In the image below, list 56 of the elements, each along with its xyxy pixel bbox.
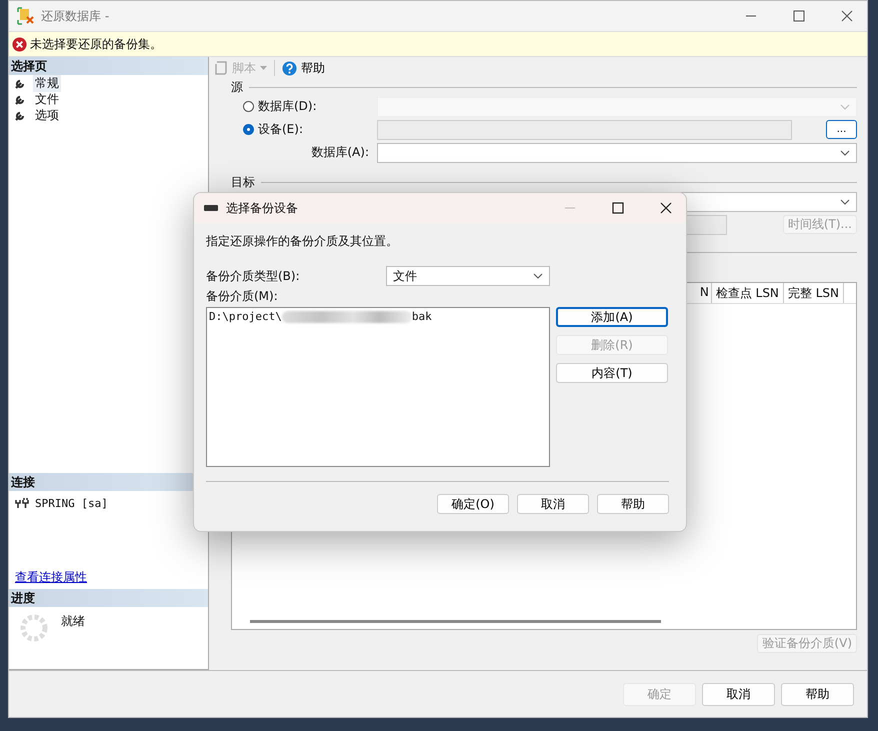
scrollbar[interactable]: [250, 620, 661, 623]
wrench-icon: [15, 109, 27, 121]
dialog-description: 指定还原操作的备份介质及其位置。: [206, 233, 399, 249]
page-item[interactable]: 选项: [33, 106, 61, 124]
chevron-down-icon: [840, 104, 850, 110]
field-label: 数据库(A):: [310, 144, 370, 161]
window-title: 还原数据库 -: [41, 8, 110, 24]
dialog-button[interactable]: 取消: [517, 494, 589, 514]
field-label: 备份介质(M):: [206, 288, 279, 305]
wrench-icon: [15, 93, 27, 105]
group-heading: 源: [231, 78, 243, 96]
progress-status: 就绪: [61, 613, 85, 630]
error-icon: [12, 36, 27, 52]
maximize-icon[interactable]: [793, 10, 805, 22]
tape-drive-icon: [204, 205, 218, 211]
database-restore-icon: [17, 7, 35, 25]
section-header: 进度: [9, 589, 208, 607]
radio-button[interactable]: 数据库(D):: [231, 98, 373, 115]
script-icon: [214, 61, 228, 75]
page-item[interactable]: 文件: [33, 90, 61, 108]
connection-properties-link[interactable]: 查看连接属性: [9, 569, 87, 586]
column-header: 检查点 LSN: [712, 283, 784, 303]
dialog-button[interactable]: 取消: [702, 682, 775, 706]
device-field[interactable]: [377, 120, 792, 140]
dialog-button[interactable]: 确定(O): [437, 494, 509, 514]
spinner-icon: [19, 613, 49, 643]
radio-button[interactable]: 设备(E):: [231, 121, 373, 138]
media-action-button[interactable]: 内容(T): [556, 363, 668, 383]
dialog-button[interactable]: 帮助: [781, 682, 854, 706]
close-icon[interactable]: [660, 202, 672, 214]
page-item[interactable]: 常规: [33, 74, 61, 92]
group-heading: 目标: [231, 174, 255, 190]
maximize-icon[interactable]: [612, 202, 624, 214]
column-header: N: [698, 283, 712, 303]
warning-text: 未选择要还原的备份集。: [30, 36, 162, 52]
connection-name: SPRING [sa]: [35, 496, 108, 510]
field-label: 备份介质类型(B):: [206, 268, 301, 284]
plug-icon: [15, 497, 29, 509]
toolbar-button[interactable]: 帮助: [279, 60, 328, 76]
wrench-icon: [15, 77, 27, 89]
file-path: D:\project\: [209, 310, 282, 323]
help-icon: [282, 60, 297, 76]
media-type-dropdown[interactable]: 文件: [386, 266, 550, 286]
chevron-down-icon: [840, 198, 850, 204]
dialog-button[interactable]: 帮助: [597, 494, 669, 514]
backup-media-list[interactable]: D:\project\ bak: [206, 307, 550, 467]
browse-button[interactable]: ...: [826, 120, 857, 139]
dialog-title: 选择备份设备: [226, 200, 298, 216]
dropdown-arrow-icon: [260, 66, 267, 70]
chevron-down-icon: [533, 273, 543, 279]
close-icon[interactable]: [841, 10, 853, 22]
file-extension: bak: [412, 310, 432, 323]
chevron-down-icon: [840, 150, 850, 156]
section-header: 选择页: [9, 57, 208, 75]
column-header: 完整 LSN: [784, 283, 844, 303]
media-action-button[interactable]: 添加(A): [556, 307, 668, 327]
